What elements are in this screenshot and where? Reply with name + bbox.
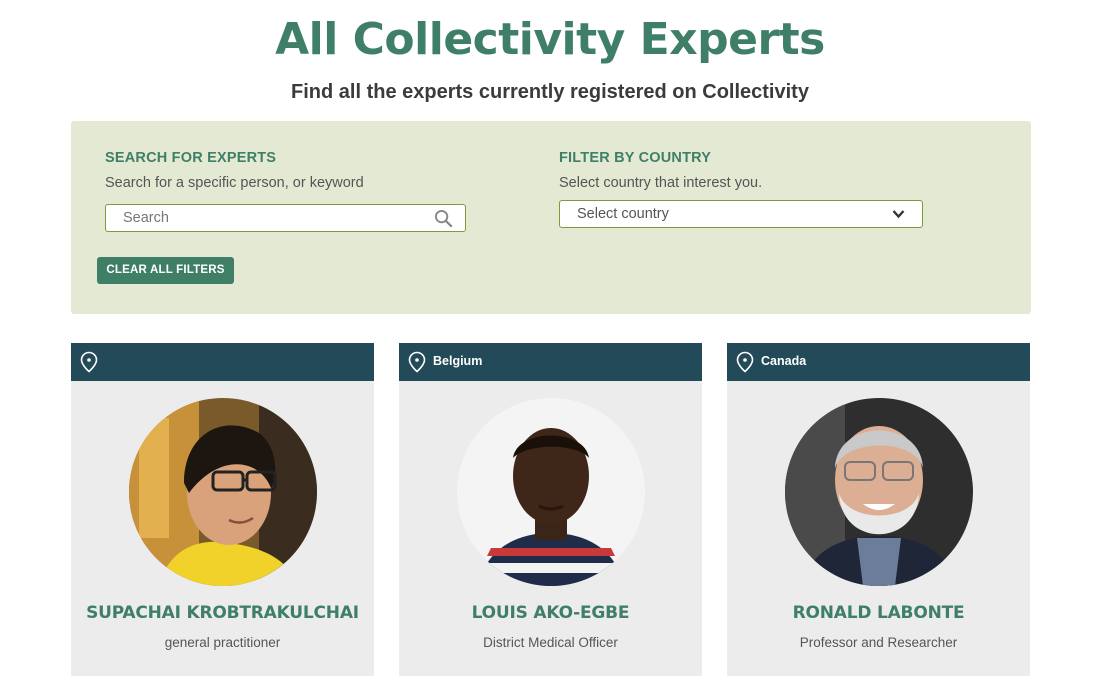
page-title: All Collectivity Experts [275, 14, 825, 65]
card-country: Belgium [433, 354, 483, 368]
expert-card[interactable]: SUPACHAI KROBTRAKULCHAI general practiti… [71, 343, 374, 676]
expert-card[interactable]: Belgium LOUIS AKO-EGBE District Medical … [399, 343, 702, 676]
search-description: Search for a specific person, or keyword [105, 175, 364, 191]
expert-role: District Medical Officer [483, 635, 618, 650]
expert-name[interactable]: LOUIS AKO-EGBE [399, 603, 702, 623]
expert-role: general practitioner [164, 635, 281, 650]
expert-card[interactable]: Canada RONALD LABONTE Professor and Rese… [727, 343, 1030, 676]
expert-name[interactable]: RONALD LABONTE [727, 603, 1030, 623]
expert-role: Professor and Researcher [799, 635, 958, 650]
avatar[interactable] [785, 398, 973, 586]
chevron-down-icon [892, 210, 905, 219]
card-header: Canada [727, 343, 1030, 381]
avatar[interactable] [457, 398, 645, 586]
clear-all-filters-button[interactable]: CLEAR ALL FILTERS [97, 257, 234, 284]
location-pin-icon [80, 351, 98, 373]
expert-name[interactable]: SUPACHAI KROBTRAKULCHAI [71, 603, 374, 623]
country-filter-group: FILTER BY COUNTRY Select country that in… [559, 150, 762, 191]
card-header: Belgium [399, 343, 702, 381]
location-pin-icon [736, 351, 754, 373]
search-box[interactable] [105, 204, 466, 232]
country-description: Select country that interest you. [559, 175, 763, 191]
search-input[interactable] [123, 205, 433, 231]
country-select[interactable]: Select country [559, 200, 923, 228]
country-heading: FILTER BY COUNTRY [559, 150, 712, 166]
country-select-value: Select country [577, 206, 669, 222]
card-header [71, 343, 374, 381]
search-filter-group: SEARCH FOR EXPERTS Search for a specific… [105, 150, 364, 191]
page-subtitle: Find all the experts currently registere… [291, 81, 809, 103]
filter-panel: SEARCH FOR EXPERTS Search for a specific… [71, 121, 1031, 314]
search-icon[interactable] [434, 209, 453, 228]
location-pin-icon [408, 351, 426, 373]
search-heading: SEARCH FOR EXPERTS [105, 150, 277, 166]
avatar[interactable] [129, 398, 317, 586]
card-country: Canada [761, 354, 807, 368]
